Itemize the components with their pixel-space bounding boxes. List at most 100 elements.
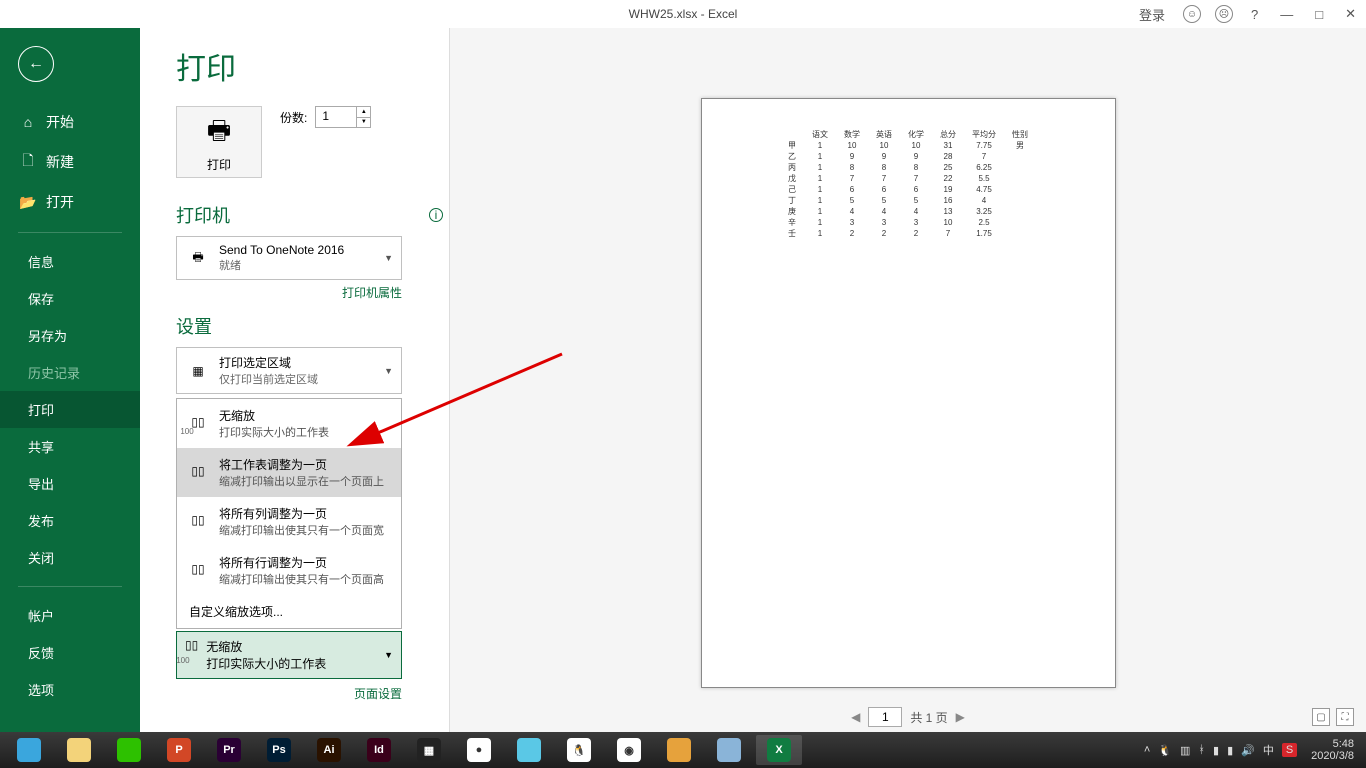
- noscale-icon: ▯▯100: [185, 638, 198, 652]
- settings-heading: 设置: [176, 313, 212, 339]
- login-button[interactable]: 登录: [1135, 3, 1169, 26]
- taskbar-illustrator[interactable]: Ai: [306, 735, 352, 765]
- tray-sogou-icon[interactable]: S: [1282, 743, 1297, 757]
- copies-input[interactable]: 1 ▲▼: [315, 106, 371, 128]
- separator: [18, 232, 122, 233]
- tray-qq-icon[interactable]: 🐧: [1158, 744, 1172, 757]
- scale-option-sub: 缩减打印输出使其只有一个页面宽: [219, 522, 384, 538]
- print-pane: 打印 🖶 打印 份数: 1 ▲▼ 打印机i 🖶 Send T: [140, 28, 450, 732]
- back-arrow-icon: ←: [28, 55, 44, 73]
- print-button-label: 打印: [207, 156, 231, 173]
- nav-saveas[interactable]: 另存为: [0, 317, 140, 354]
- separator: [18, 586, 122, 587]
- tray-expand-icon[interactable]: ˄: [1144, 744, 1150, 756]
- page-number-input[interactable]: [868, 707, 902, 727]
- scale-custom-option[interactable]: 自定义缩放选项...: [177, 595, 401, 628]
- nav-history: 历史记录: [0, 354, 140, 391]
- printer-name: Send To OneNote 2016: [219, 243, 344, 257]
- nav-account[interactable]: 帐户: [0, 597, 140, 634]
- taskbar: PPrPsAiId▦●🐧◉X ˄ 🐧 ▥ ᚼ ▮ ▮ 🔊 中 S 5:48 20…: [0, 732, 1366, 768]
- taskbar-photoshop[interactable]: Ps: [256, 735, 302, 765]
- tray-wifi-icon[interactable]: ▮: [1227, 744, 1233, 757]
- print-area-title: 打印选定区域: [219, 354, 318, 371]
- scale-option-sub: 缩减打印输出使其只有一个页面高: [219, 571, 384, 587]
- page-total: 共 1 页: [910, 709, 947, 726]
- nav-new[interactable]: 🗋新建: [0, 142, 140, 182]
- tray-volume-icon[interactable]: 🔊: [1241, 744, 1255, 757]
- scale-option-icon: ▯▯: [185, 505, 211, 535]
- taskbar-powerpoint[interactable]: P: [156, 735, 202, 765]
- spin-down[interactable]: ▼: [356, 118, 370, 128]
- taskbar-chrome[interactable]: ◉: [606, 735, 652, 765]
- print-button[interactable]: 🖶 打印: [176, 106, 262, 178]
- nav-export[interactable]: 导出: [0, 465, 140, 502]
- taskbar-explorer[interactable]: [56, 735, 102, 765]
- nav-save[interactable]: 保存: [0, 280, 140, 317]
- tray-ime-zh-icon[interactable]: 中: [1263, 742, 1274, 758]
- scale-option-1[interactable]: ▯▯将工作表调整为一页缩减打印输出以显示在一个页面上: [177, 448, 401, 497]
- printer-status: 就绪: [219, 257, 344, 273]
- restore-button[interactable]: □: [1311, 5, 1327, 24]
- print-preview: 语文数学英语化学总分平均分性别甲1101010317.75男乙1999287丙1…: [450, 28, 1366, 732]
- zoom-page-button[interactable]: ⛶: [1336, 708, 1354, 726]
- nav-close[interactable]: 关闭: [0, 539, 140, 576]
- tray-bluetooth-icon[interactable]: ᚼ: [1198, 744, 1205, 756]
- backstage-sidebar: ← ⌂开始 🗋新建 📂打开 信息 保存 另存为 历史记录 打印 共享 导出 发布…: [0, 28, 140, 732]
- print-area-dropdown[interactable]: ▦ 打印选定区域 仅打印当前选定区域 ▼: [176, 347, 402, 394]
- taskbar-wechat[interactable]: [106, 735, 152, 765]
- close-button[interactable]: ✕: [1341, 4, 1360, 24]
- nav-print[interactable]: 打印: [0, 391, 140, 428]
- printer-properties-link[interactable]: 打印机属性: [176, 284, 402, 301]
- nav-options[interactable]: 选项: [0, 671, 140, 708]
- title-bar: WHW25.xlsx - Excel 登录 ☺ ☹ ? — □ ✕: [0, 0, 1366, 28]
- nav-home[interactable]: ⌂开始: [0, 102, 140, 142]
- preview-page: 语文数学英语化学总分平均分性别甲1101010317.75男乙1999287丙1…: [701, 98, 1116, 688]
- nav-open[interactable]: 📂打开: [0, 182, 140, 222]
- scale-option-title: 将工作表调整为一页: [219, 456, 384, 473]
- printer-icon: 🖶: [207, 112, 232, 156]
- printer-dropdown[interactable]: 🖶 Send To OneNote 2016 就绪 ▼: [176, 236, 402, 280]
- nav-info[interactable]: 信息: [0, 243, 140, 280]
- scale-option-icon: ▯▯100: [185, 407, 211, 437]
- tray-shield-icon[interactable]: ▥: [1180, 744, 1190, 757]
- face-sad-icon[interactable]: ☹: [1215, 5, 1233, 23]
- scale-option-2[interactable]: ▯▯将所有列调整为一页缩减打印输出使其只有一个页面宽: [177, 497, 401, 546]
- taskbar-qq[interactable]: 🐧: [556, 735, 602, 765]
- show-margins-button[interactable]: ▢: [1312, 708, 1330, 726]
- nav-feedback[interactable]: 反馈: [0, 634, 140, 671]
- nav-share[interactable]: 共享: [0, 428, 140, 465]
- help-button[interactable]: ?: [1247, 5, 1262, 24]
- print-heading: 打印: [176, 44, 449, 88]
- taskbar-indesign[interactable]: Id: [356, 735, 402, 765]
- minimize-button[interactable]: —: [1276, 5, 1297, 24]
- back-button[interactable]: ←: [18, 46, 54, 82]
- tray-battery-icon[interactable]: ▮: [1213, 744, 1219, 757]
- scale-option-sub: 打印实际大小的工作表: [219, 424, 329, 440]
- printer-status-icon: 🖶: [185, 245, 211, 271]
- taskbar-coreldraw[interactable]: ●: [456, 735, 502, 765]
- taskbar-app1[interactable]: [506, 735, 552, 765]
- nav-publish[interactable]: 发布: [0, 502, 140, 539]
- taskbar-excel[interactable]: X: [756, 735, 802, 765]
- print-area-sub: 仅打印当前选定区域: [219, 371, 318, 387]
- info-icon[interactable]: i: [429, 208, 443, 222]
- scaling-selected[interactable]: ▯▯100 无缩放 打印实际大小的工作表 ▼: [176, 631, 402, 679]
- scale-option-title: 将所有行调整为一页: [219, 554, 384, 571]
- scale-option-0[interactable]: ▯▯100无缩放打印实际大小的工作表: [177, 399, 401, 448]
- next-page-button[interactable]: ▶: [956, 710, 965, 724]
- taskbar-video[interactable]: ▦: [406, 735, 452, 765]
- scaling-dropdown-open: ▯▯100无缩放打印实际大小的工作表▯▯将工作表调整为一页缩减打印输出以显示在一…: [176, 398, 402, 629]
- tray-clock[interactable]: 5:48 2020/3/8: [1305, 738, 1360, 762]
- taskbar-premiere[interactable]: Pr: [206, 735, 252, 765]
- prev-page-button[interactable]: ◀: [851, 710, 860, 724]
- preview-footer: ◀ 共 1 页 ▶ ▢ ⛶: [450, 702, 1366, 732]
- system-tray: ˄ 🐧 ▥ ᚼ ▮ ▮ 🔊 中 S 5:48 2020/3/8: [1144, 738, 1360, 762]
- page-setup-link[interactable]: 页面设置: [176, 685, 402, 702]
- grid-icon: ▦: [185, 358, 211, 384]
- taskbar-app2[interactable]: [656, 735, 702, 765]
- taskbar-app3[interactable]: [706, 735, 752, 765]
- scale-option-3[interactable]: ▯▯将所有行调整为一页缩减打印输出使其只有一个页面高: [177, 546, 401, 595]
- face-happy-icon[interactable]: ☺: [1183, 5, 1201, 23]
- taskbar-browser[interactable]: [6, 735, 52, 765]
- spin-up[interactable]: ▲: [356, 107, 370, 118]
